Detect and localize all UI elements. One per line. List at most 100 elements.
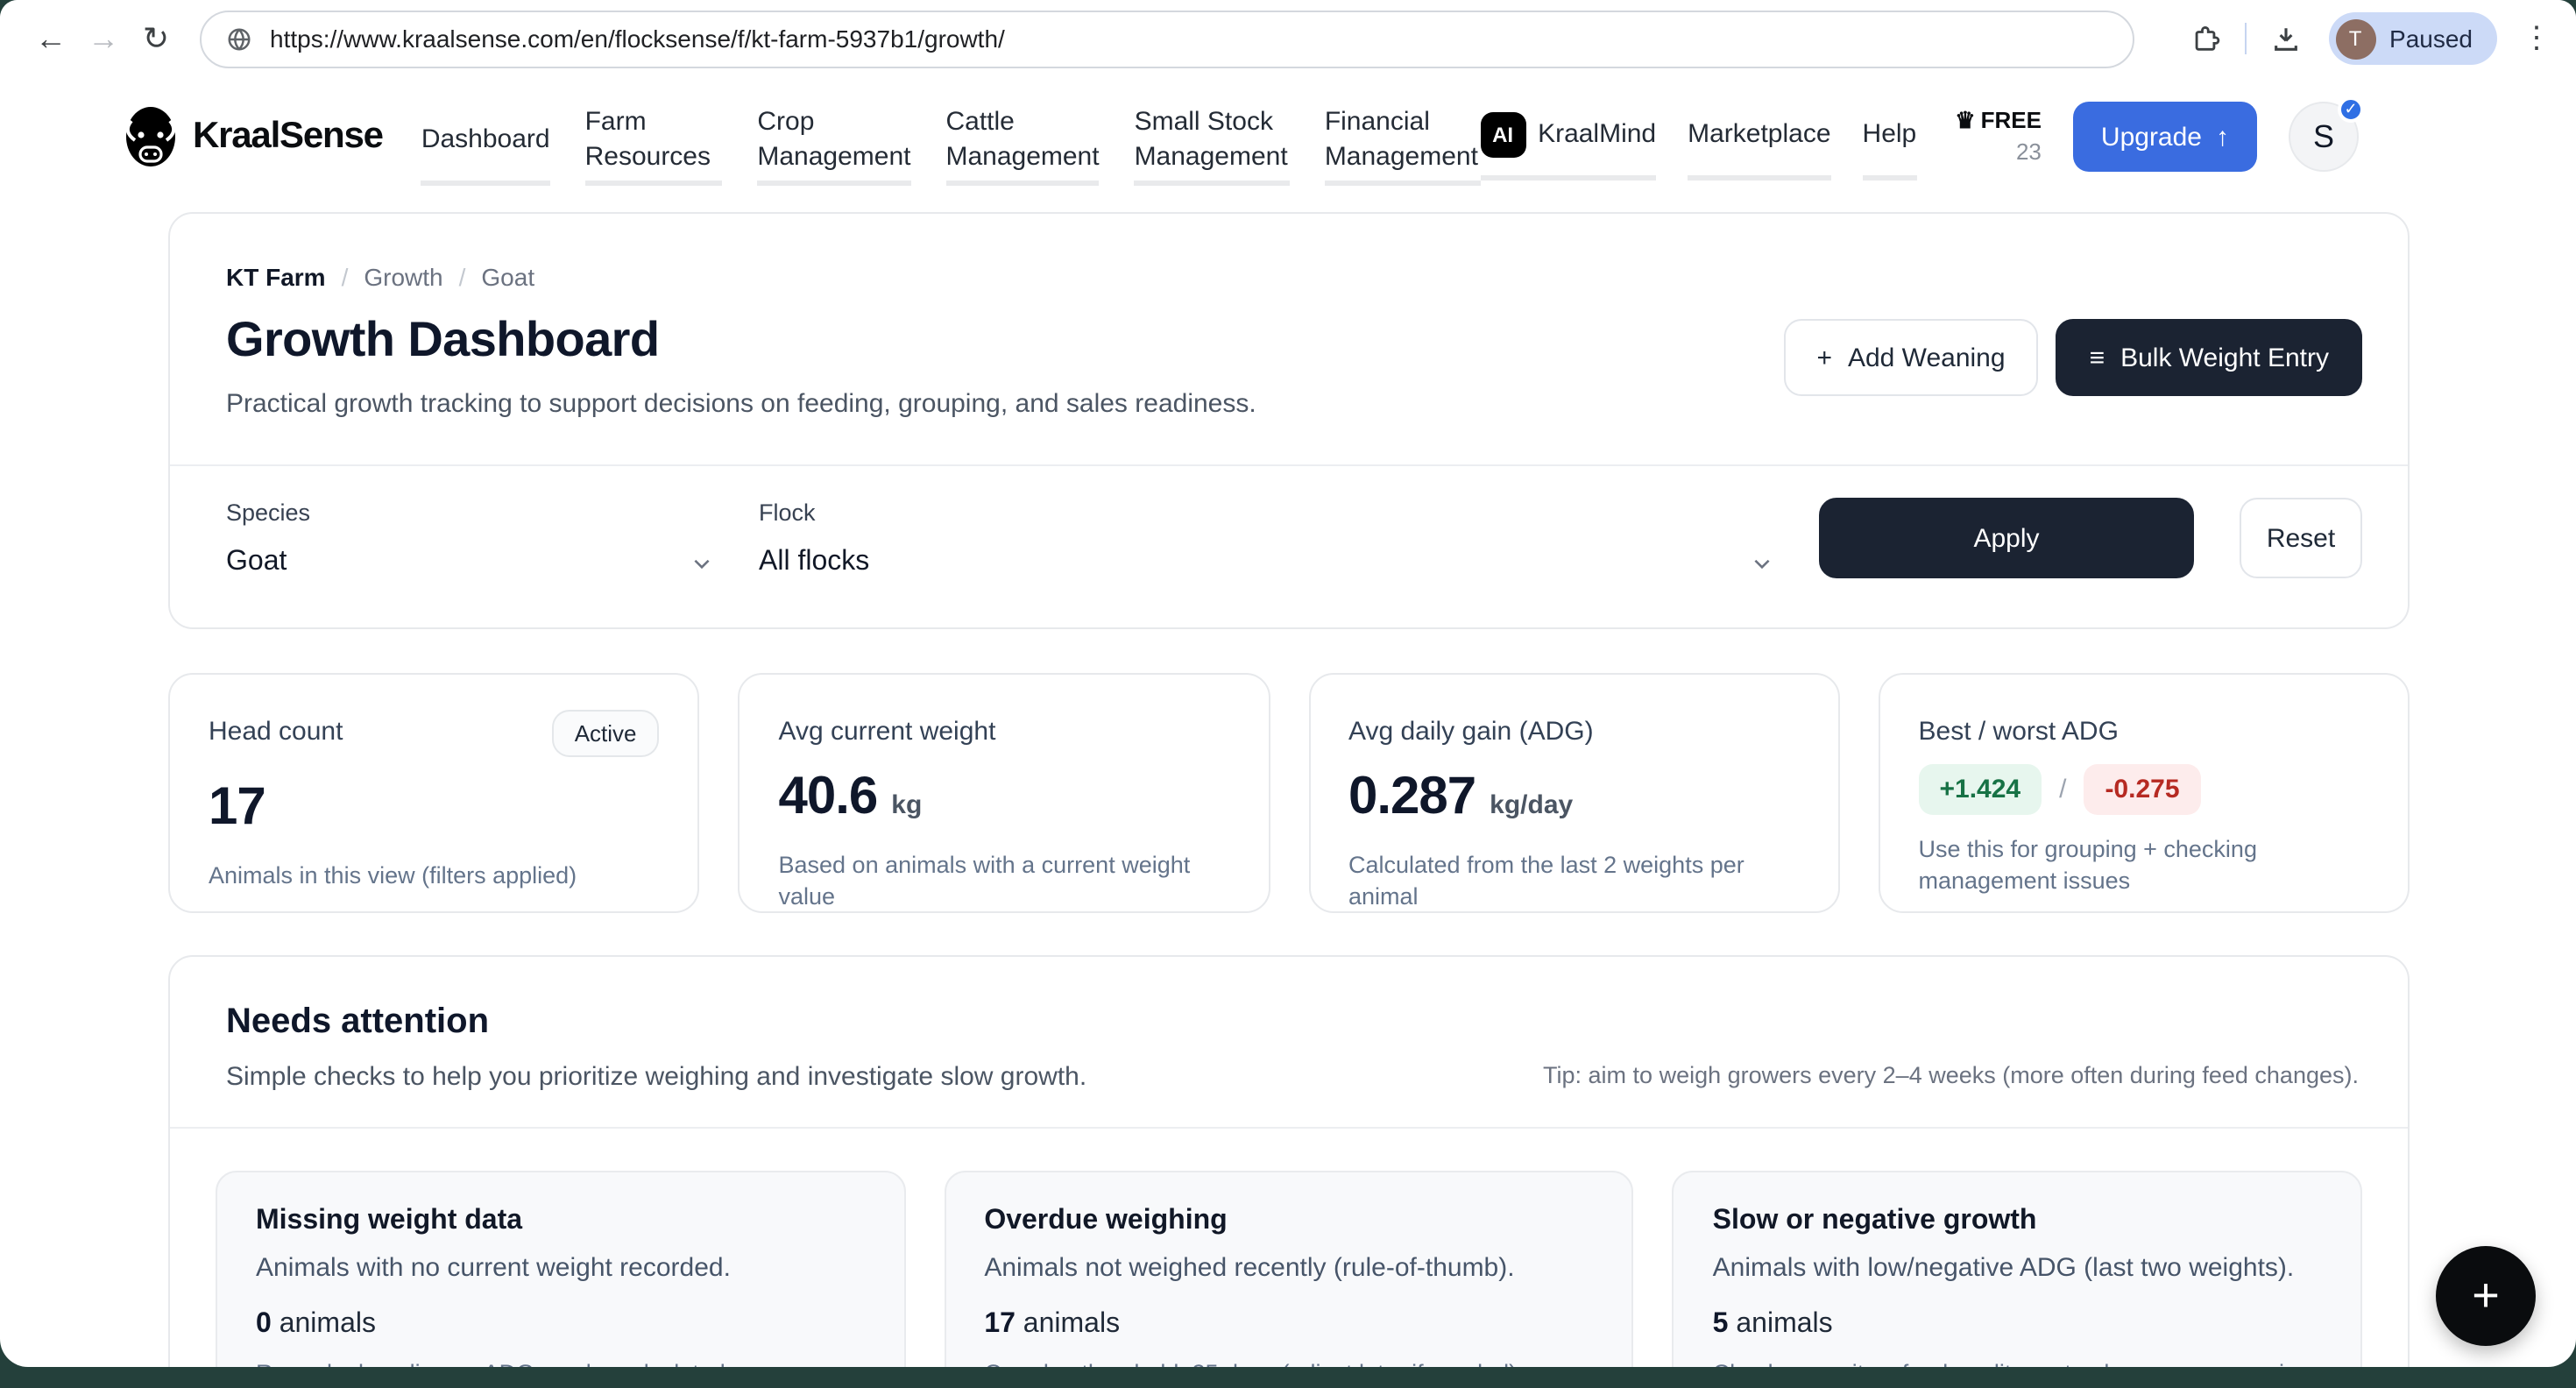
plus-icon: + xyxy=(2472,1269,2500,1323)
cow-logo-icon xyxy=(116,102,186,172)
stats-row: Head count Active 17 Animals in this vie… xyxy=(168,673,2410,913)
breadcrumb-goat[interactable]: Goat xyxy=(481,263,534,291)
header-actions: + Add Weaning ≡ Bulk Weight Entry xyxy=(1783,319,2362,396)
sub-card-count-suffix: animals xyxy=(1016,1309,1120,1339)
reload-icon[interactable]: ↻ xyxy=(130,20,182,57)
nav-label: Help xyxy=(1863,117,1917,152)
nav-item-cattle-management[interactable]: Cattle Management xyxy=(945,98,1099,186)
stat-note: Based on animals with a current weight v… xyxy=(779,850,1230,911)
profile-avatar: T xyxy=(2335,18,2375,59)
species-select[interactable]: Goat xyxy=(226,547,713,578)
plan-tier: FREE xyxy=(1981,108,2042,135)
nav-item-dashboard[interactable]: Dashboard xyxy=(421,98,550,186)
active-badge: Active xyxy=(552,710,660,757)
breadcrumb-growth[interactable]: Growth xyxy=(364,263,442,291)
add-weaning-label: Add Weaning xyxy=(1848,343,2006,372)
adg-card: Avg daily gain (ADG) 0.287 kg/day Calcul… xyxy=(1308,673,1840,913)
back-icon[interactable]: ← xyxy=(25,20,77,57)
upgrade-button[interactable]: Upgrade ↑ xyxy=(2073,102,2257,172)
head-count-card: Head count Active 17 Animals in this vie… xyxy=(168,673,700,913)
nav-label: Financial Management xyxy=(1325,105,1480,174)
browser-window: ← → ↻ https://www.kraalsense.com/en/floc… xyxy=(0,0,2576,1367)
upgrade-label: Upgrade xyxy=(2101,122,2202,152)
apply-button[interactable]: Apply xyxy=(1819,498,2194,578)
header-section: KT Farm / Growth / Goat Growth Dashboard… xyxy=(170,214,2408,464)
globe-icon xyxy=(226,25,252,52)
sub-card-count-suffix: animals xyxy=(272,1309,376,1339)
sub-card-description: Animals with low/negative ADG (last two … xyxy=(1713,1253,2322,1283)
fab-add-button[interactable]: + xyxy=(2436,1246,2536,1346)
nav-label: Farm Resources xyxy=(585,105,723,174)
nav-item-small-stock-management[interactable]: Small Stock Management xyxy=(1135,98,1290,186)
nav-item-crop-management[interactable]: Crop Management xyxy=(757,98,910,186)
nav-item-kraalmind[interactable]: AI KraalMind xyxy=(1480,93,1656,181)
menu-dots-icon[interactable]: ⋮ xyxy=(2522,21,2551,56)
sub-card-count-suffix: animals xyxy=(1728,1309,1832,1339)
address-bar[interactable]: https://www.kraalsense.com/en/flocksense… xyxy=(200,10,2134,67)
overdue-weighing-card: Overdue weighing Animals not weighed rec… xyxy=(944,1171,1633,1367)
main-content: KT Farm / Growth / Goat Growth Dashboard… xyxy=(168,212,2410,1367)
nav-item-farm-resources[interactable]: Farm Resources xyxy=(585,98,723,186)
bulk-weight-entry-button[interactable]: ≡ Bulk Weight Entry xyxy=(2056,319,2362,396)
dashboard-header-card: KT Farm / Growth / Goat Growth Dashboard… xyxy=(168,212,2410,629)
flock-select[interactable]: All flocks xyxy=(759,547,1773,578)
nav-label: Small Stock Management xyxy=(1135,105,1290,174)
extensions-icon[interactable] xyxy=(2190,24,2219,53)
crown-icon: ♛ xyxy=(1955,108,1975,135)
download-icon[interactable] xyxy=(2270,24,2300,53)
breadcrumb-separator: / xyxy=(459,263,466,291)
ai-icon: AI xyxy=(1480,111,1525,157)
species-value: Goat xyxy=(226,547,287,578)
nav-item-marketplace[interactable]: Marketplace xyxy=(1688,93,1830,181)
attention-title: Needs attention xyxy=(226,1002,2359,1043)
sub-card-note: Check: parasites, feed quality, water, l… xyxy=(1713,1356,2322,1367)
best-worst-adg-card: Best / worst ADG +1.424 / -0.275 Use thi… xyxy=(1879,673,2410,913)
needs-attention-card: Needs attention Simple checks to help yo… xyxy=(168,955,2410,1367)
profile-chip[interactable]: T Paused xyxy=(2328,12,2497,65)
sub-card-note: Overdue threshold: 35 days (adjust later… xyxy=(984,1356,1593,1367)
sub-card-count: 0 xyxy=(256,1309,272,1339)
breadcrumb: KT Farm / Growth / Goat xyxy=(226,263,2359,291)
head-count-value: 17 xyxy=(209,778,265,838)
chrome-controls: T Paused ⋮ xyxy=(2176,12,2551,65)
url-text[interactable]: https://www.kraalsense.com/en/flocksense… xyxy=(270,25,1005,53)
nav-item-financial-management[interactable]: Financial Management xyxy=(1325,98,1480,186)
brand-name: KraalSense xyxy=(193,116,383,158)
stat-label: Best / worst ADG xyxy=(1919,717,2119,747)
adg-unit: kg/day xyxy=(1490,790,1573,820)
reset-button[interactable]: Reset xyxy=(2240,498,2362,578)
nav-label: Crop Management xyxy=(757,105,910,174)
sub-card-description: Animals not weighed recently (rule-of-th… xyxy=(984,1253,1593,1283)
sub-card-title: Missing weight data xyxy=(256,1206,865,1237)
flock-field: Flock All flocks xyxy=(759,499,1773,578)
nav-right: AI KraalMind Marketplace Help ♛ FREE 23 … xyxy=(1480,88,2359,186)
hamburger-icon: ≡ xyxy=(2090,343,2105,372)
bulk-weight-label: Bulk Weight Entry xyxy=(2120,343,2329,372)
plan-count: 23 xyxy=(2016,138,2042,166)
add-weaning-button[interactable]: + Add Weaning xyxy=(1783,319,2038,396)
nav-label: Cattle Management xyxy=(945,105,1099,174)
sub-card-count: 17 xyxy=(984,1309,1016,1339)
browser-toolbar: ← → ↻ https://www.kraalsense.com/en/floc… xyxy=(0,0,2576,77)
user-avatar[interactable]: S ✓ xyxy=(2289,102,2359,172)
pill-separator: / xyxy=(2059,775,2066,804)
brand-logo[interactable]: KraalSense xyxy=(116,88,383,186)
breadcrumb-farm[interactable]: KT Farm xyxy=(226,263,326,291)
up-arrow-icon: ↑ xyxy=(2216,122,2229,152)
missing-weight-card: Missing weight data Animals with no curr… xyxy=(216,1171,905,1367)
stat-label: Head count xyxy=(209,717,343,747)
forward-icon[interactable]: → xyxy=(77,20,130,57)
flock-value: All flocks xyxy=(759,547,869,578)
filter-section: Species Goat Flock All flocks xyxy=(170,466,2408,627)
chevron-down-icon xyxy=(1751,551,1773,574)
best-adg-pill: +1.424 xyxy=(1919,764,2042,815)
breadcrumb-separator: / xyxy=(342,263,349,291)
nav-label: KraalMind xyxy=(1538,117,1656,152)
attention-header: Needs attention Simple checks to help yo… xyxy=(170,957,2408,1127)
flock-label: Flock xyxy=(759,499,1773,526)
stat-note: Use this for grouping + checking managem… xyxy=(1919,834,2370,896)
attention-grid: Missing weight data Animals with no curr… xyxy=(170,1129,2408,1367)
nav-item-help[interactable]: Help xyxy=(1863,93,1917,181)
worst-adg-pill: -0.275 xyxy=(2084,764,2200,815)
plan-badge: ♛ FREE 23 xyxy=(1955,108,2042,166)
